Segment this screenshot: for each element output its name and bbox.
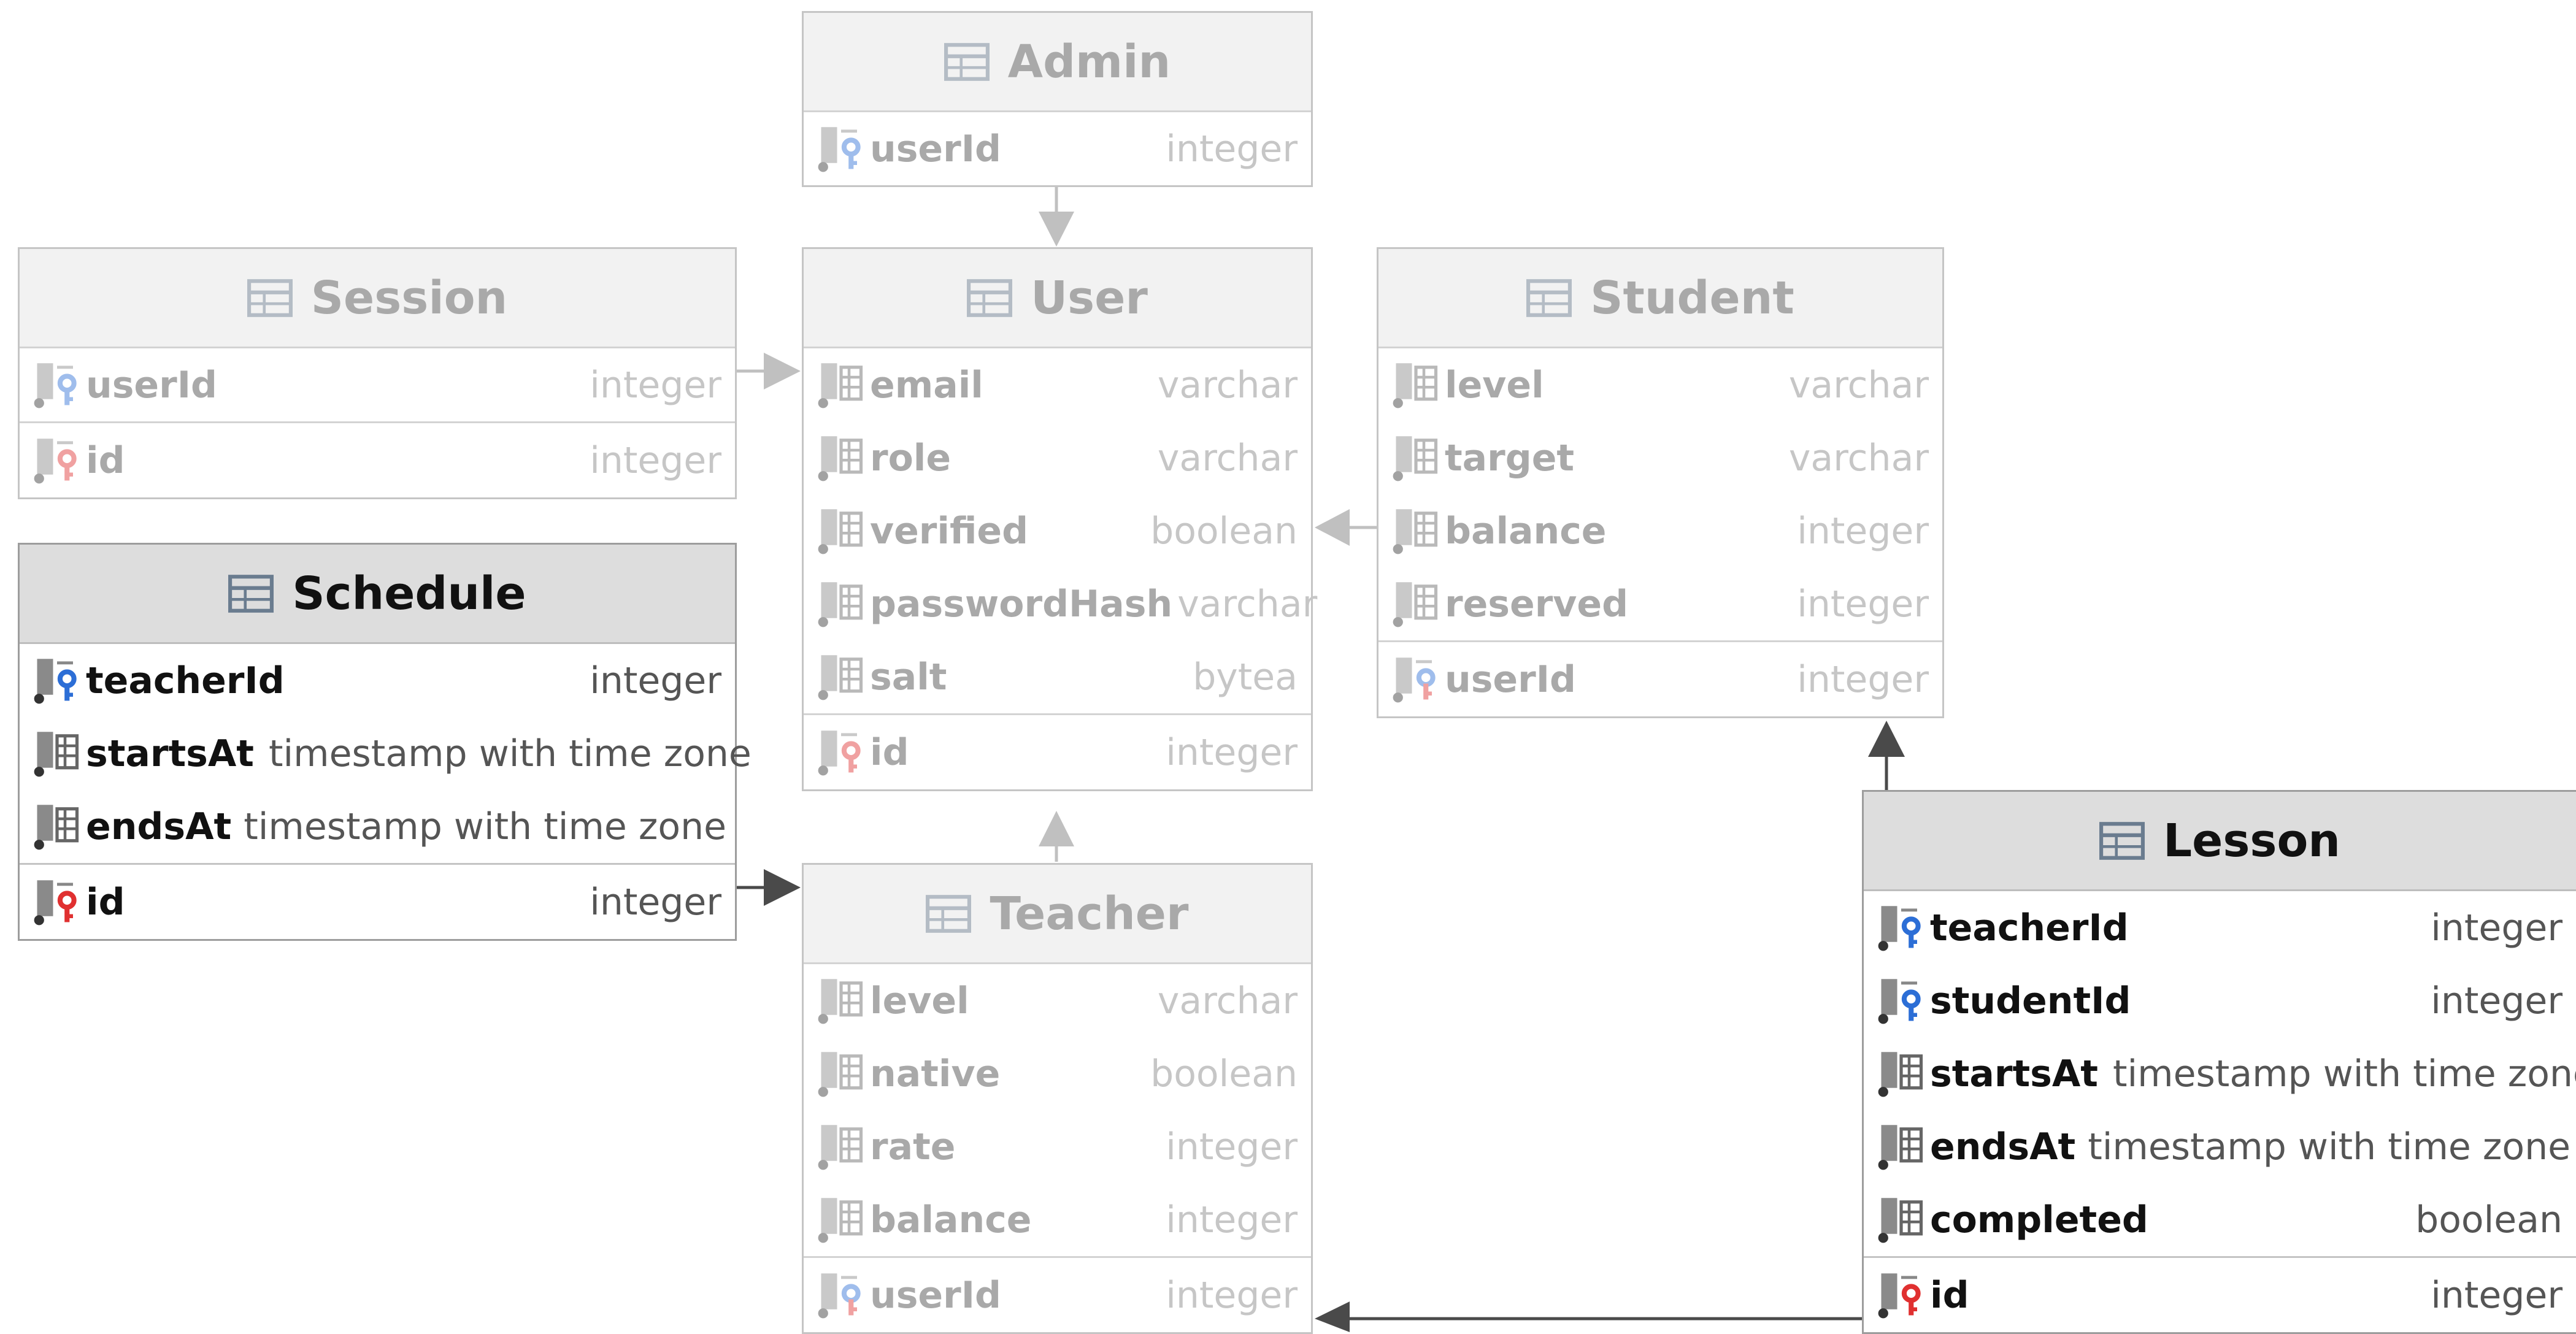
column-row-primary-key[interactable]: userId integer xyxy=(804,1256,1311,1332)
column-row[interactable]: salt bytea xyxy=(804,640,1311,713)
foreign-key-icon xyxy=(818,126,861,172)
table-schedule[interactable]: Schedule teacherId integer startsAt time… xyxy=(18,543,752,941)
foreign-key-icon xyxy=(34,658,77,703)
column-row[interactable]: studentId integer xyxy=(1864,964,2576,1037)
table-title: Teacher xyxy=(990,887,1189,940)
column-row[interactable]: completed boolean xyxy=(1864,1183,2576,1256)
column-icon xyxy=(818,654,863,700)
table-icon xyxy=(944,42,990,81)
table-title: Admin xyxy=(1007,35,1171,88)
table-header[interactable]: Lesson xyxy=(1864,792,2576,891)
column-row[interactable]: reserved integer xyxy=(1378,567,1942,640)
arrowhead-lesson-student xyxy=(1868,721,1905,757)
column-row[interactable]: userId integer xyxy=(804,112,1311,185)
column-row[interactable]: balance integer xyxy=(804,1183,1311,1256)
arrowhead-schedule-teacher xyxy=(764,869,801,906)
column-row[interactable]: target varchar xyxy=(1378,421,1942,494)
primary-key-icon xyxy=(34,880,77,925)
column-row[interactable]: userId integer xyxy=(20,348,735,421)
primary-key-icon xyxy=(818,730,861,775)
column-icon xyxy=(818,1197,863,1243)
arrowhead-teacher-user xyxy=(1039,811,1074,846)
column-icon xyxy=(1878,1051,1923,1097)
column-row[interactable]: teacherId integer xyxy=(1864,891,2576,964)
column-icon xyxy=(818,508,863,554)
column-row[interactable]: endsAt timestamp with time zone xyxy=(20,790,735,863)
table-title: Lesson xyxy=(2163,814,2340,867)
table-header[interactable]: Session xyxy=(20,249,735,348)
column-icon xyxy=(34,804,79,849)
arrowhead-lesson-teacher xyxy=(1315,1301,1350,1332)
arrowhead-session-user xyxy=(764,353,801,389)
column-row[interactable]: role varchar xyxy=(804,421,1311,494)
table-icon xyxy=(967,278,1013,317)
column-icon xyxy=(1393,581,1438,627)
column-row[interactable]: startsAt timestamp with time zone xyxy=(20,717,752,790)
table-title: Student xyxy=(1590,271,1794,324)
primary-foreign-key-icon xyxy=(818,1273,861,1318)
arrowhead-student-user xyxy=(1315,509,1350,546)
table-header[interactable]: Student xyxy=(1378,249,1942,348)
column-row[interactable]: verified boolean xyxy=(804,494,1311,567)
foreign-key-icon xyxy=(34,362,77,408)
primary-key-icon xyxy=(34,438,77,483)
column-row[interactable]: passwordHash varchar xyxy=(804,567,1317,640)
column-row[interactable]: balance integer xyxy=(1378,494,1942,567)
primary-key-icon xyxy=(1878,1273,1921,1318)
column-row[interactable]: native boolean xyxy=(804,1037,1311,1110)
table-icon xyxy=(228,574,274,613)
column-row-primary-key[interactable]: id integer xyxy=(20,421,735,497)
table-title: User xyxy=(1031,271,1148,324)
column-icon xyxy=(1878,1197,1923,1243)
arrowhead-admin-user xyxy=(1039,212,1074,247)
column-row-primary-key[interactable]: userId integer xyxy=(1378,640,1942,716)
column-row[interactable]: rate integer xyxy=(804,1110,1311,1183)
table-student[interactable]: Student level varchar target varchar bal… xyxy=(1377,247,1944,718)
column-icon xyxy=(818,362,863,408)
column-icon xyxy=(818,1051,863,1097)
column-row[interactable]: level varchar xyxy=(1378,348,1942,421)
column-icon xyxy=(818,581,863,627)
table-header[interactable]: Admin xyxy=(804,13,1311,112)
table-session[interactable]: Session userId integer id integer xyxy=(18,247,737,499)
foreign-key-icon xyxy=(1878,978,1921,1024)
column-row[interactable]: email varchar xyxy=(804,348,1311,421)
table-title: Schedule xyxy=(292,567,526,620)
table-icon xyxy=(2099,821,2145,860)
column-icon xyxy=(1393,508,1438,554)
table-title: Session xyxy=(310,271,508,324)
table-icon xyxy=(247,278,293,317)
column-row[interactable]: teacherId integer xyxy=(20,644,735,717)
column-icon xyxy=(818,435,863,481)
table-header[interactable]: User xyxy=(804,249,1311,348)
column-row-primary-key[interactable]: id integer xyxy=(804,713,1311,789)
column-row-primary-key[interactable]: id integer xyxy=(20,863,735,939)
primary-foreign-key-icon xyxy=(1393,657,1436,702)
column-row[interactable]: endsAt timestamp with time zone xyxy=(1864,1110,2576,1183)
table-icon xyxy=(1526,278,1572,317)
column-icon xyxy=(34,731,79,776)
table-header[interactable]: Teacher xyxy=(804,865,1311,964)
column-icon xyxy=(1878,1124,1923,1170)
table-lesson[interactable]: Lesson teacherId integer studentId integ… xyxy=(1862,790,2576,1334)
table-admin[interactable]: Admin userId integer xyxy=(802,11,1313,187)
table-icon xyxy=(926,894,972,933)
table-teacher[interactable]: Teacher level varchar native boolean rat… xyxy=(802,863,1313,1334)
column-row[interactable]: startsAt timestamp with time zone xyxy=(1864,1037,2576,1110)
column-icon xyxy=(1393,435,1438,481)
column-row[interactable]: level varchar xyxy=(804,964,1311,1037)
table-header[interactable]: Schedule xyxy=(20,545,735,644)
foreign-key-icon xyxy=(1878,905,1921,951)
column-icon xyxy=(1393,362,1438,408)
column-icon xyxy=(818,978,863,1024)
table-user[interactable]: User email varchar role varchar verified… xyxy=(802,247,1317,791)
column-row-primary-key[interactable]: id integer xyxy=(1864,1256,2576,1332)
column-icon xyxy=(818,1124,863,1170)
